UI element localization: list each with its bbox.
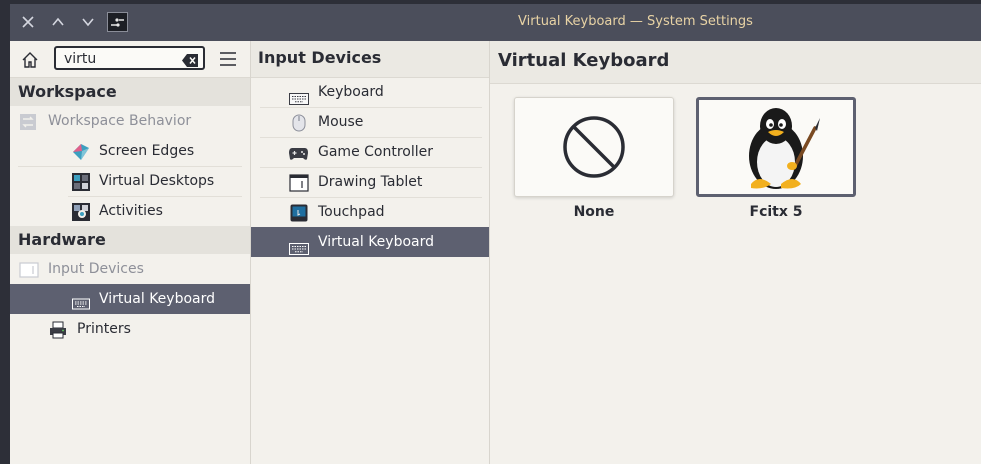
screen-edges-icon — [72, 142, 90, 160]
virtual-keyboard-page: Virtual Keyboard None Fcitx 5 — [490, 41, 981, 464]
subpanel-item-label: Virtual Keyboard — [318, 234, 435, 250]
home-button[interactable] — [20, 50, 40, 70]
sidebar-item-label: Workspace Behavior — [48, 113, 192, 129]
keyboard-icon — [72, 292, 90, 310]
sidebar-item-workspace-behavior[interactable]: Workspace Behavior — [10, 106, 250, 136]
input-devices-panel: Input Devices Keyboard Mouse Game Contro… — [251, 41, 490, 464]
sidebar-item-virtual-desktops[interactable]: Virtual Desktops — [10, 166, 250, 196]
hamburger-menu-icon — [220, 52, 236, 66]
search-field[interactable] — [54, 46, 205, 70]
subpanel-item-touchpad[interactable]: Touchpad — [251, 197, 489, 227]
subpanel-item-label: Drawing Tablet — [318, 174, 423, 190]
virtual-desktops-icon — [72, 172, 90, 191]
subpanel-item-keyboard[interactable]: Keyboard — [251, 77, 489, 107]
touchpad-icon — [290, 203, 308, 222]
subpanel-item-label: Keyboard — [318, 84, 384, 100]
drawing-tablet-icon — [289, 173, 309, 192]
sidebar-item-input-devices[interactable]: Input Devices — [10, 254, 250, 284]
gamepad-icon — [288, 143, 308, 161]
sidebar-item-printers[interactable]: Printers — [10, 314, 250, 344]
home-icon — [22, 52, 38, 68]
sidebar-item-activities[interactable]: Activities — [10, 196, 250, 226]
search-input[interactable] — [64, 50, 174, 67]
page-title: Virtual Keyboard — [498, 50, 670, 71]
title-bar: Virtual Keyboard — System Settings — [10, 4, 981, 41]
sidebar-item-label: Activities — [99, 203, 163, 219]
input-devices-icon — [19, 260, 39, 278]
subpanel-item-game-controller[interactable]: Game Controller — [251, 137, 489, 167]
sidebar-toolbar — [10, 41, 250, 78]
keyboard-icon — [289, 236, 309, 255]
sidebar-item-screen-edges[interactable]: Screen Edges — [10, 136, 250, 166]
backspace-icon — [182, 54, 198, 67]
hamburger-menu-button[interactable] — [219, 51, 237, 67]
category-workspace: Workspace — [10, 78, 250, 106]
panel-title: Input Devices — [258, 48, 382, 67]
printer-icon — [49, 320, 67, 339]
panel-header: Input Devices — [251, 41, 489, 78]
sidebar-item-virtual-keyboard[interactable]: Virtual Keyboard — [10, 284, 250, 314]
option-card-none[interactable] — [514, 97, 674, 197]
sidebar-item-label: Screen Edges — [99, 143, 195, 159]
subpanel-item-mouse[interactable]: Mouse — [251, 107, 489, 137]
option-label-fcitx5: Fcitx 5 — [749, 204, 803, 220]
subpanel-item-label: Touchpad — [318, 204, 385, 220]
clear-search-button[interactable] — [182, 52, 198, 67]
sidebar: Workspace Workspace Behavior Screen Edge… — [10, 41, 251, 464]
sidebar-item-label: Input Devices — [48, 261, 144, 277]
sidebar-item-label: Printers — [77, 321, 131, 337]
page-header: Virtual Keyboard — [490, 41, 981, 84]
mouse-icon — [292, 113, 310, 132]
keyboard-icon — [289, 86, 309, 105]
sidebar-item-label: Virtual Keyboard — [99, 291, 216, 307]
system-settings-window: Virtual Keyboard — System Settings Works… — [10, 4, 981, 464]
sidebar-item-label: Virtual Desktops — [99, 173, 215, 189]
activities-icon — [72, 202, 90, 221]
subpanel-item-drawing-tablet[interactable]: Drawing Tablet — [251, 167, 489, 197]
option-label-none: None — [573, 204, 615, 220]
subpanel-item-label: Mouse — [318, 114, 364, 130]
option-card-fcitx5[interactable] — [696, 97, 856, 197]
subpanel-item-virtual-keyboard[interactable]: Virtual Keyboard — [251, 227, 489, 257]
no-entry-icon — [563, 116, 625, 178]
workspace-behavior-icon — [19, 112, 37, 130]
category-hardware: Hardware — [10, 226, 250, 254]
subpanel-item-label: Game Controller — [318, 144, 433, 160]
penguin-icon — [749, 108, 820, 189]
window-title: Virtual Keyboard — System Settings — [518, 14, 753, 29]
